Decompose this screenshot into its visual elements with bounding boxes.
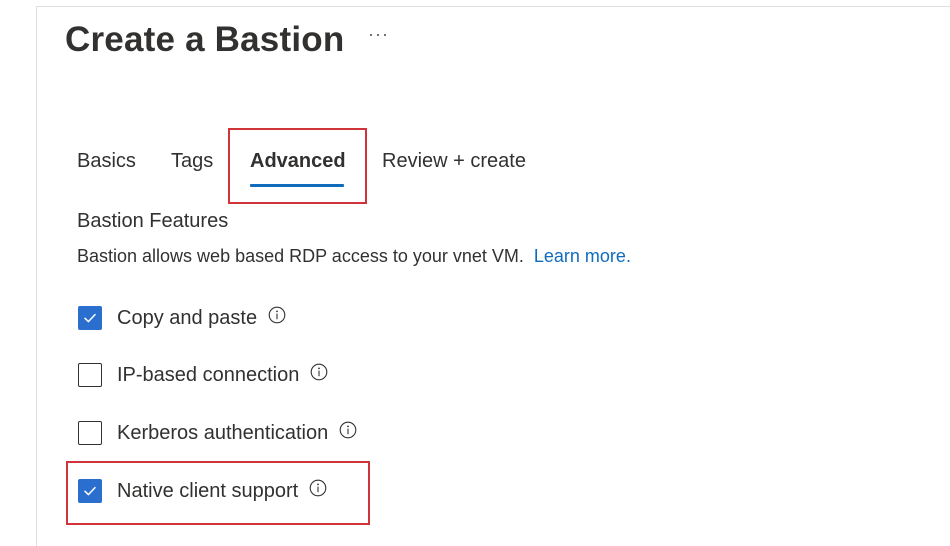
learn-more-link[interactable]: Learn more. (534, 246, 631, 266)
info-icon[interactable] (310, 363, 328, 381)
page-title: Create a Bastion (65, 20, 345, 59)
feature-row-kerberos: Kerberos authentication (78, 419, 357, 447)
tab-basics[interactable]: Basics (77, 150, 136, 173)
section-description: Bastion allows web based RDP access to y… (77, 246, 631, 267)
tab-review-create[interactable]: Review + create (382, 150, 526, 173)
info-icon[interactable] (268, 306, 286, 324)
more-options-button[interactable]: ··· (368, 24, 389, 45)
feature-row-copy-paste: Copy and paste (78, 304, 286, 332)
description-text: Bastion allows web based RDP access to y… (77, 246, 524, 266)
advanced-tab-highlight (228, 128, 367, 204)
checkmark-icon (84, 313, 96, 323)
copy-paste-label: Copy and paste (117, 306, 258, 329)
copy-paste-checkbox[interactable] (78, 306, 102, 330)
ip-connection-checkbox[interactable] (78, 363, 102, 387)
section-title: Bastion Features (77, 210, 229, 232)
info-icon[interactable] (339, 421, 357, 439)
native-client-highlight (66, 461, 370, 525)
kerberos-label: Kerberos authentication (117, 421, 329, 444)
kerberos-checkbox[interactable] (78, 421, 102, 445)
feature-row-ip-connection: IP-based connection (78, 361, 328, 389)
tab-tags[interactable]: Tags (171, 150, 213, 173)
ip-connection-label: IP-based connection (117, 363, 300, 386)
